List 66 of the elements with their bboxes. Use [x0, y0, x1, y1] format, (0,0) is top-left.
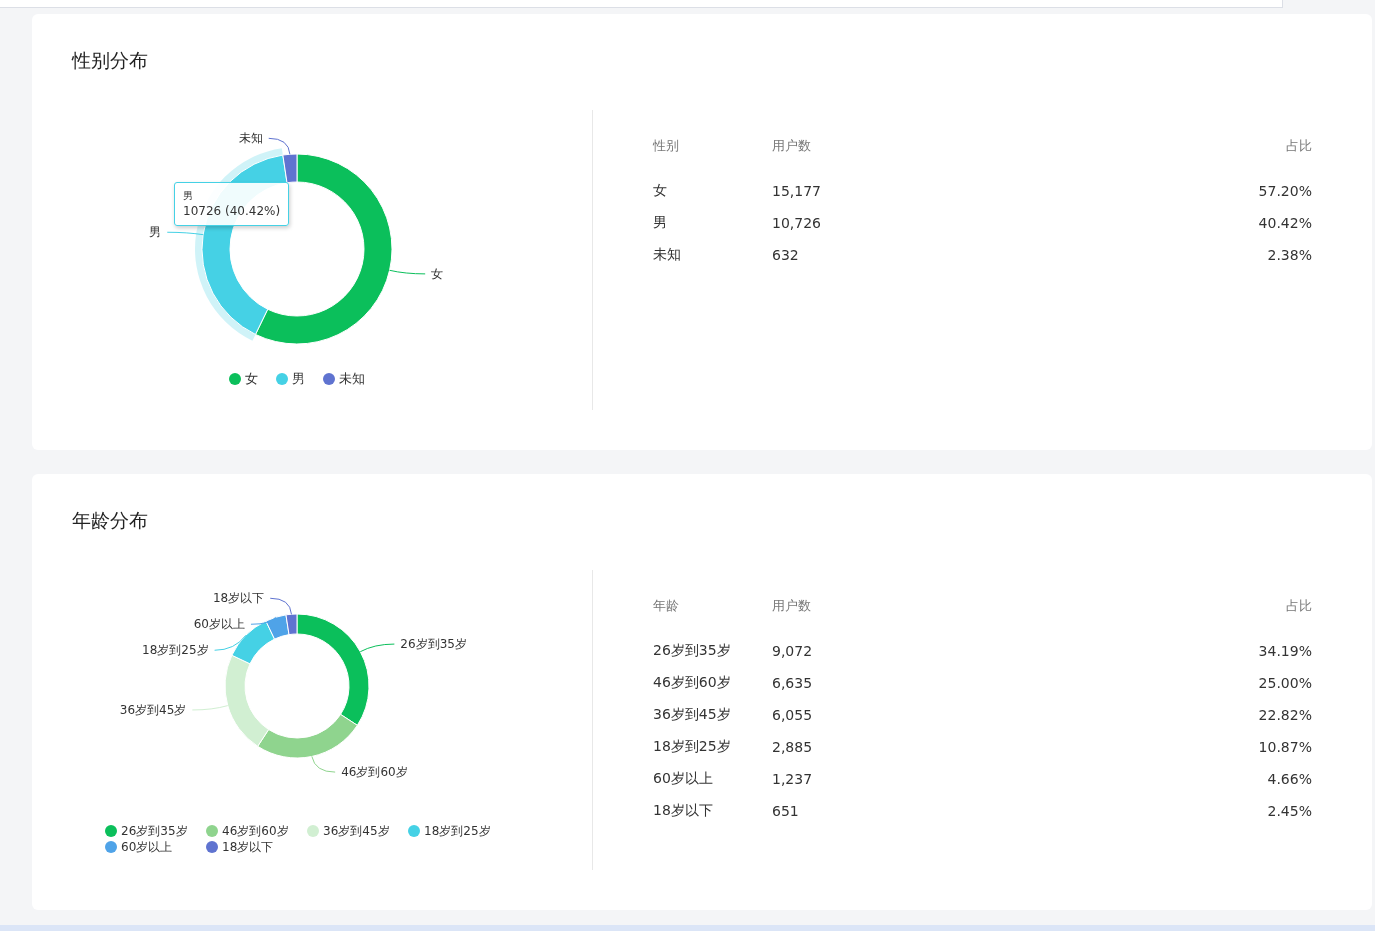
legend-item[interactable]: 46岁到60岁 — [206, 824, 299, 838]
legend-item[interactable]: 60岁以上 — [105, 840, 198, 854]
table-cell: 34.19% — [1258, 643, 1312, 659]
table-cell: 25.00% — [1258, 675, 1312, 691]
leader-line — [166, 231, 204, 236]
table-header-cell-text: 年龄 — [653, 597, 680, 615]
table-cell: 4.66% — [1267, 771, 1312, 787]
table-cell: 10.87% — [1258, 739, 1312, 755]
tooltip-value: 10726 (40.42%) — [183, 203, 281, 219]
leader-line — [389, 269, 426, 275]
legend-item[interactable]: 未知 — [323, 372, 365, 386]
table-cell-text: 男 — [653, 214, 668, 232]
table-cell-text: 1,237 — [772, 771, 814, 787]
table-cell-text: 46岁到60岁 — [653, 674, 732, 692]
slice-label: 18岁以下 — [212, 591, 265, 606]
table-cell-text: 36岁到45岁 — [653, 706, 732, 724]
donut-slice[interactable] — [296, 613, 370, 726]
table-cell: 57.20% — [1258, 183, 1312, 199]
table-header-cell-text: 用户数 — [772, 137, 812, 155]
donut-slice[interactable] — [224, 654, 270, 747]
table-cell-text: 15,177 — [772, 183, 822, 199]
table-cell: 40.42% — [1258, 215, 1312, 231]
legend-item[interactable]: 18岁以下 — [206, 840, 299, 854]
slice-label: 36岁到45岁 — [119, 703, 187, 717]
table-cell-text: 10,726 — [772, 215, 822, 231]
table-cell-text: 632 — [772, 247, 800, 263]
table-cell-text: 651 — [772, 803, 800, 819]
table-cell-text: 女 — [653, 182, 668, 200]
table-cell-text: 未知 — [653, 246, 682, 264]
section-title: 性别分布 — [72, 48, 148, 72]
slice-label: 26岁到35岁 — [400, 637, 467, 652]
slice-label: 46岁到60岁 — [341, 765, 408, 780]
table-cell-text: 18岁到25岁 — [653, 738, 732, 756]
legend-item[interactable]: 男 — [276, 372, 305, 386]
leader-line — [214, 634, 247, 651]
section-title: 年龄分布 — [72, 508, 148, 532]
slice-label: 60岁以上 — [193, 617, 245, 632]
slice-label: 男 — [149, 225, 162, 240]
table-cell-text: 26岁到35岁 — [653, 642, 732, 660]
table-cell: 22.82% — [1258, 707, 1312, 723]
table-cell: 2.45% — [1267, 803, 1312, 819]
leader-line — [268, 137, 291, 155]
legend-item[interactable]: 女 — [229, 372, 258, 386]
leader-line — [311, 755, 336, 773]
leader-line — [191, 705, 229, 711]
leader-line — [359, 643, 395, 653]
legend-item[interactable]: 18岁到25岁 — [408, 824, 501, 838]
slice-label: 18岁到25岁 — [142, 643, 209, 658]
table-cell-text: 2,885 — [772, 739, 814, 755]
slice-label: 未知 — [238, 131, 263, 146]
table-cell-text: 9,072 — [772, 643, 814, 659]
table-header-cell-text: 用户数 — [772, 597, 812, 615]
donut-slice[interactable] — [265, 614, 290, 640]
legend-item[interactable]: 26岁到35岁 — [105, 824, 198, 838]
donut-slice[interactable] — [257, 713, 358, 759]
legend-item[interactable]: 36岁到45岁 — [307, 824, 400, 838]
table-header-cell-text: 性别 — [653, 137, 680, 155]
slice-label: 女 — [431, 266, 444, 281]
table-cell-text: 18岁以下 — [653, 802, 714, 820]
table-cell: 2.38% — [1267, 247, 1312, 263]
table-cell-text: 60岁以上 — [653, 770, 714, 788]
table-cell-text: 6,635 — [772, 675, 814, 691]
table-cell-text: 6,055 — [772, 707, 814, 723]
tooltip-title: 男 — [183, 189, 194, 203]
table-header-cell: 占比 — [1286, 137, 1312, 155]
table-header-cell: 占比 — [1286, 597, 1312, 615]
